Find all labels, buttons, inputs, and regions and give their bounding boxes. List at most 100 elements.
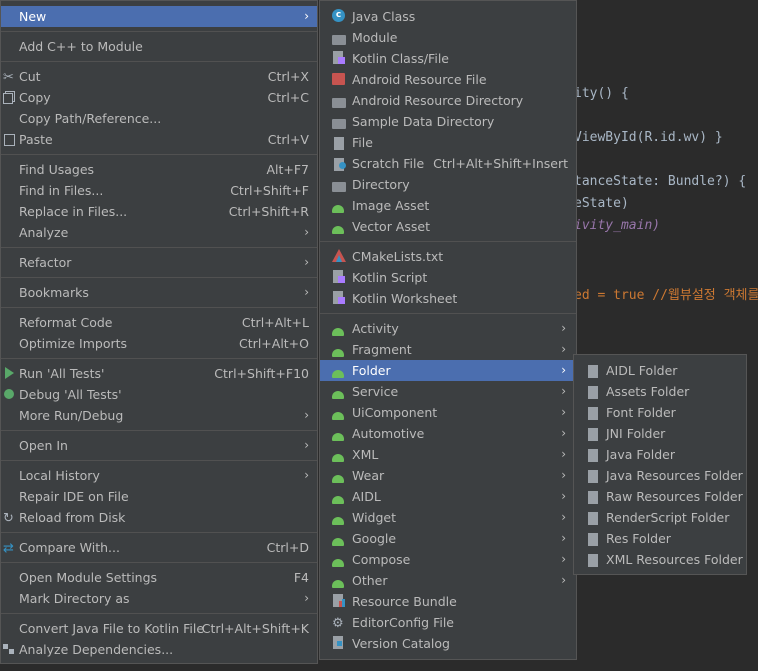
new-item-directory[interactable]: Directory (320, 174, 576, 195)
new-item-compose[interactable]: Compose › (320, 549, 576, 570)
shortcut-label: Ctrl+Alt+Shift+Insert (433, 156, 568, 171)
menu-item-label: Google (352, 531, 397, 546)
folder-item-java[interactable]: Java Folder (574, 444, 746, 465)
menu-item-label: Run 'All Tests' (19, 366, 105, 381)
new-item-folder[interactable]: Folder › (320, 360, 576, 381)
new-item-version-catalog[interactable]: Version Catalog (320, 633, 576, 654)
folder-item-font[interactable]: Font Folder (574, 402, 746, 423)
menu-item-analyze-dependencies[interactable]: Analyze Dependencies... (1, 639, 317, 660)
gear-icon: ⚙ (332, 616, 344, 631)
folder-item-jni[interactable]: JNI Folder (574, 423, 746, 444)
menu-item-label: XML (352, 447, 379, 462)
menu-item-find-in-files[interactable]: Find in Files... Ctrl+Shift+F (1, 180, 317, 201)
folder-item-java-resources[interactable]: Java Resources Folder (574, 465, 746, 486)
menu-item-mark-directory-as[interactable]: Mark Directory as › (1, 588, 317, 609)
new-item-image-asset[interactable]: Image Asset (320, 195, 576, 216)
java-class-icon: c (332, 9, 346, 23)
new-item-kotlin-script[interactable]: Kotlin Script (320, 267, 576, 288)
menu-item-new[interactable]: New › (1, 6, 317, 27)
menu-item-add-cpp[interactable]: Add C++ to Module (1, 36, 317, 57)
new-item-automotive[interactable]: Automotive › (320, 423, 576, 444)
new-item-google[interactable]: Google › (320, 528, 576, 549)
menu-separator (1, 307, 317, 308)
menu-item-label: JNI Folder (606, 426, 666, 441)
new-item-java-class[interactable]: c Java Class (320, 6, 576, 27)
new-item-kotlin-class[interactable]: Kotlin Class/File (320, 48, 576, 69)
new-item-service[interactable]: Service › (320, 381, 576, 402)
new-item-scratch-file[interactable]: Scratch File Ctrl+Alt+Shift+Insert (320, 153, 576, 174)
android-icon (332, 552, 346, 567)
menu-item-convert-java-to-kotlin[interactable]: Convert Java File to Kotlin File Ctrl+Al… (1, 618, 317, 639)
menu-item-run-all-tests[interactable]: Run 'All Tests' Ctrl+Shift+F10 (1, 363, 317, 384)
menu-item-bookmarks[interactable]: Bookmarks › (1, 282, 317, 303)
shortcut-label: Ctrl+D (266, 540, 309, 555)
menu-item-reformat-code[interactable]: Reformat Code Ctrl+Alt+L (1, 312, 317, 333)
folder-item-res[interactable]: Res Folder (574, 528, 746, 549)
menu-item-compare-with[interactable]: ⇄ Compare With... Ctrl+D (1, 537, 317, 558)
menu-item-paste[interactable]: Paste Ctrl+V (1, 129, 317, 150)
new-submenu: c Java Class Module Kotlin Class/File An… (319, 0, 577, 660)
new-item-uicomponent[interactable]: UiComponent › (320, 402, 576, 423)
menu-item-label: Image Asset (352, 198, 430, 213)
cmake-icon (332, 249, 346, 263)
shortcut-label: Ctrl+Shift+F (230, 183, 309, 198)
menu-item-find-usages[interactable]: Find Usages Alt+F7 (1, 159, 317, 180)
new-item-sample-data-directory[interactable]: Sample Data Directory (320, 111, 576, 132)
shortcut-label: Ctrl+X (267, 69, 309, 84)
menu-separator (1, 31, 317, 32)
menu-item-reload-from-disk[interactable]: ↻ Reload from Disk (1, 507, 317, 528)
menu-item-debug-all-tests[interactable]: Debug 'All Tests' (1, 384, 317, 405)
new-item-editorconfig-file[interactable]: ⚙ EditorConfig File (320, 612, 576, 633)
dependencies-icon (3, 643, 15, 655)
new-item-aidl[interactable]: AIDL › (320, 486, 576, 507)
menu-item-label: Reformat Code (19, 315, 113, 330)
menu-separator (320, 241, 576, 242)
new-item-kotlin-worksheet[interactable]: Kotlin Worksheet (320, 288, 576, 309)
menu-item-label: Font Folder (606, 405, 676, 420)
menu-item-copy-path[interactable]: Copy Path/Reference... (1, 108, 317, 129)
new-item-other[interactable]: Other › (320, 570, 576, 591)
menu-item-copy[interactable]: Copy Ctrl+C (1, 87, 317, 108)
compare-icon: ⇄ (3, 541, 14, 556)
kotlin-worksheet-icon (332, 291, 346, 305)
submenu-arrow-icon: › (561, 552, 566, 566)
code-line: ViewById(R.id.wv) } (574, 130, 723, 145)
new-item-module[interactable]: Module (320, 27, 576, 48)
new-item-android-resource-directory[interactable]: Android Resource Directory (320, 90, 576, 111)
menu-item-replace-in-files[interactable]: Replace in Files... Ctrl+Shift+R (1, 201, 317, 222)
menu-item-refactor[interactable]: Refactor › (1, 252, 317, 273)
menu-item-local-history[interactable]: Local History › (1, 465, 317, 486)
folder-item-xml-resources[interactable]: XML Resources Folder (574, 549, 746, 570)
menu-item-label: Directory (352, 177, 410, 192)
new-item-android-resource-file[interactable]: Android Resource File (320, 69, 576, 90)
folder-item-raw-resources[interactable]: Raw Resources Folder (574, 486, 746, 507)
new-item-cmakelists[interactable]: CMakeLists.txt (320, 246, 576, 267)
menu-item-open-in[interactable]: Open In › (1, 435, 317, 456)
menu-item-label: Compose (352, 552, 411, 567)
menu-item-label: Java Folder (606, 447, 676, 462)
new-item-file[interactable]: File (320, 132, 576, 153)
new-item-activity[interactable]: Activity › (320, 318, 576, 339)
new-item-widget[interactable]: Widget › (320, 507, 576, 528)
new-item-resource-bundle[interactable]: Resource Bundle (320, 591, 576, 612)
menu-item-cut[interactable]: ✂ Cut Ctrl+X (1, 66, 317, 87)
menu-item-optimize-imports[interactable]: Optimize Imports Ctrl+Alt+O (1, 333, 317, 354)
menu-item-open-module-settings[interactable]: Open Module Settings F4 (1, 567, 317, 588)
new-item-vector-asset[interactable]: Vector Asset (320, 216, 576, 237)
new-item-fragment[interactable]: Fragment › (320, 339, 576, 360)
menu-separator (1, 61, 317, 62)
menu-item-more-run-debug[interactable]: More Run/Debug › (1, 405, 317, 426)
new-item-xml[interactable]: XML › (320, 444, 576, 465)
menu-item-analyze[interactable]: Analyze › (1, 222, 317, 243)
menu-separator (320, 313, 576, 314)
menu-item-label: CMakeLists.txt (352, 249, 444, 264)
menu-item-repair-ide[interactable]: Repair IDE on File (1, 486, 317, 507)
menu-item-label: Copy (19, 90, 51, 105)
folder-item-aidl[interactable]: AIDL Folder (574, 360, 746, 381)
menu-item-label: Folder (352, 363, 391, 378)
android-icon (332, 426, 346, 441)
submenu-arrow-icon: › (304, 438, 309, 452)
new-item-wear[interactable]: Wear › (320, 465, 576, 486)
folder-item-renderscript[interactable]: RenderScript Folder (574, 507, 746, 528)
folder-item-assets[interactable]: Assets Folder (574, 381, 746, 402)
